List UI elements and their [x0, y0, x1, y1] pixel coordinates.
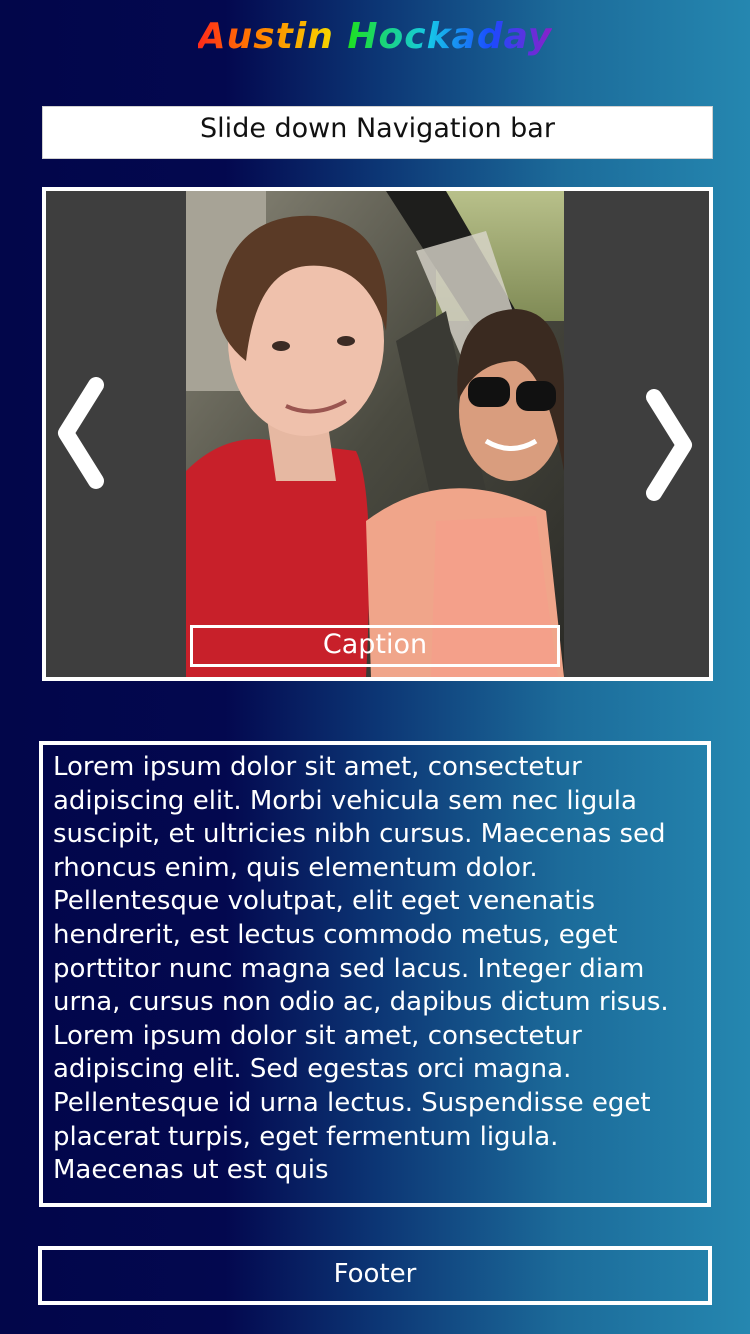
carousel-photo	[186, 191, 564, 677]
content-text-box: Lorem ipsum dolor sit amet, consectetur …	[39, 741, 711, 1207]
content-paragraph: Lorem ipsum dolor sit amet, consectetur …	[53, 752, 669, 1186]
selfie-photo	[186, 191, 564, 677]
site-title-last-name: Hockaday	[347, 14, 552, 60]
navigation-bar-toggle[interactable]: Slide down Navigation bar	[42, 106, 713, 159]
chevron-right-icon[interactable]	[640, 389, 700, 509]
site-title-first-name: Austin	[198, 14, 334, 60]
footer: Footer	[38, 1246, 712, 1305]
chevron-left-icon[interactable]	[50, 377, 110, 497]
site-title: Austin Hockaday	[0, 14, 750, 60]
carousel-caption: Caption	[190, 625, 560, 667]
image-carousel: Caption	[42, 187, 713, 681]
